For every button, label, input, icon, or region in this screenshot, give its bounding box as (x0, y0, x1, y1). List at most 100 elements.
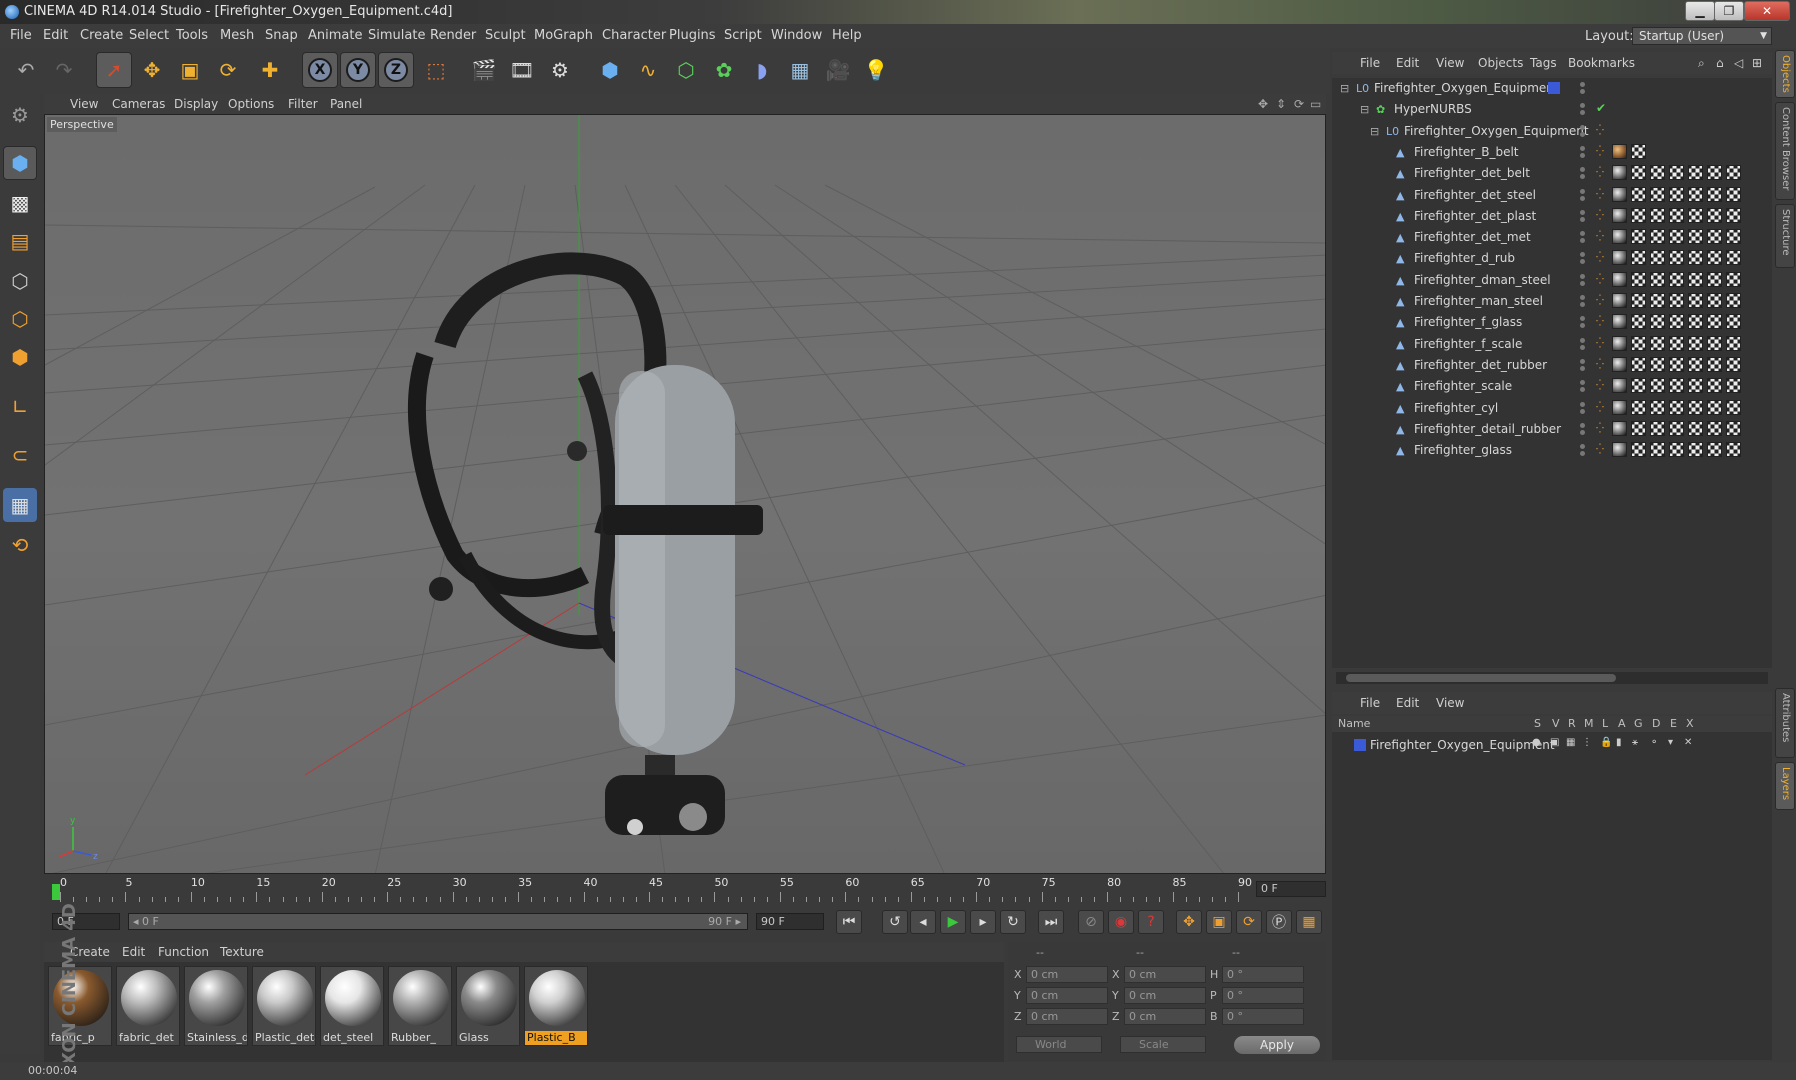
texture-tag-icon[interactable] (1707, 378, 1722, 394)
editor-visibility-dot[interactable] (1580, 209, 1585, 215)
texture-tag-icon[interactable] (1631, 442, 1646, 458)
texture-tag-icon[interactable] (1726, 420, 1741, 436)
editor-visibility-dot[interactable] (1580, 252, 1585, 258)
go-to-start-icon[interactable]: ⏮ (836, 910, 862, 934)
end-frame-field[interactable]: 90 F (756, 913, 824, 930)
texture-tag-icon[interactable] (1707, 271, 1722, 287)
current-frame-field[interactable]: 0 F (1256, 881, 1326, 897)
layer-row[interactable]: Firefighter_Oxygen_Equipment ● ▣ ▦ ⋮ 🔒 ▮ ⚹ ⚬ ▾ ✕ (1332, 736, 1772, 754)
phong-tag-icon[interactable]: ⁛ (1596, 274, 1604, 285)
redo-icon[interactable]: ↷ (46, 52, 82, 88)
planar-workplane-icon[interactable]: ⟲ (3, 528, 37, 562)
texture-tag-icon[interactable] (1726, 271, 1741, 287)
object-tree-row[interactable]: ▲ Firefighter_detail_rubber ⁛ (1332, 419, 1772, 440)
render-visibility-dot[interactable] (1580, 387, 1585, 393)
texture-tag-icon[interactable] (1707, 314, 1722, 330)
viewport-move-icon[interactable]: ✥ (1258, 97, 1268, 111)
viewport-menu-filter[interactable]: Filter (288, 97, 318, 111)
texture-tag-icon[interactable] (1669, 165, 1684, 181)
editor-visibility-dot[interactable] (1580, 401, 1585, 407)
object-tree-row[interactable]: ▲ Firefighter_scale ⁛ (1332, 376, 1772, 397)
texture-tag-icon[interactable] (1707, 420, 1722, 436)
material-swatch[interactable]: Plastic_B (524, 966, 588, 1046)
layer-column-s[interactable]: S (1534, 717, 1541, 730)
render-icon[interactable]: ▦ (1566, 737, 1575, 748)
object-tree-row[interactable]: ▲ Firefighter_B_belt ⁛ (1332, 142, 1772, 163)
apply-button[interactable]: Apply (1234, 1036, 1320, 1054)
texture-tag-icon[interactable] (1688, 165, 1703, 181)
visibility-dots[interactable] (1578, 188, 1588, 202)
enabled-check-icon[interactable]: ✔ (1596, 101, 1606, 115)
make-editable-icon[interactable]: ⚙ (3, 98, 37, 132)
layout-select[interactable]: Startup (User) ▼ (1632, 27, 1772, 45)
visibility-dots[interactable] (1578, 81, 1588, 95)
expand-toggle-icon[interactable]: ⊟ (1360, 103, 1369, 116)
texture-tag-icon[interactable] (1650, 186, 1665, 202)
texture-tag-icon[interactable] (1707, 250, 1722, 266)
material-tag-icon[interactable] (1612, 314, 1627, 330)
render-visibility-dot[interactable] (1580, 238, 1585, 244)
phong-tag-icon[interactable]: ⁛ (1596, 380, 1604, 391)
visibility-dots[interactable] (1578, 422, 1588, 436)
texture-tag-icon[interactable] (1669, 250, 1684, 266)
scale-key-icon[interactable]: ▣ (1206, 910, 1232, 934)
previous-frame-icon[interactable]: ◂ (910, 910, 936, 934)
objects-menu-objects[interactable]: Objects (1478, 56, 1523, 70)
layer-color-swatch[interactable] (1354, 739, 1366, 751)
menu-window[interactable]: Window (771, 24, 822, 48)
visibility-dots[interactable] (1578, 315, 1588, 329)
texture-tag-icon[interactable] (1669, 229, 1684, 245)
editor-visibility-dot[interactable] (1580, 124, 1585, 130)
editor-visibility-dot[interactable] (1580, 231, 1585, 237)
layer-column-name[interactable]: Name (1338, 717, 1370, 730)
viewport-dolly-icon[interactable]: ⇕ (1276, 97, 1286, 111)
texture-mode-icon[interactable]: ▩ (3, 186, 37, 220)
layers-menu-edit[interactable]: Edit (1396, 696, 1419, 710)
polygons-mode-icon[interactable]: ⬢ (3, 340, 37, 374)
coordinate-system-icon[interactable]: ⬚ (418, 52, 454, 88)
layer-column-a[interactable]: A (1618, 717, 1626, 730)
object-tree-row[interactable]: ⊟ L0 Firefighter_Oxygen_Equipment ⁛ (1332, 121, 1772, 142)
viewport-rotate-icon[interactable]: ⟳ (1294, 97, 1304, 111)
rotation-key-icon[interactable]: ⟳ (1236, 910, 1262, 934)
texture-tag-icon[interactable] (1726, 442, 1741, 458)
phong-tag-icon[interactable]: ⁛ (1596, 189, 1604, 200)
texture-tag-icon[interactable] (1707, 229, 1722, 245)
object-tree-row[interactable]: ▲ Firefighter_man_steel ⁛ (1332, 291, 1772, 312)
render-view-icon[interactable]: 🎬 (466, 52, 502, 88)
render-settings-icon[interactable]: ⚙ (542, 52, 578, 88)
next-frame-icon[interactable]: ▸ (970, 910, 996, 934)
texture-tag-icon[interactable] (1707, 356, 1722, 372)
recent-tools-icon[interactable]: ✚ (252, 52, 288, 88)
render-visibility-dot[interactable] (1580, 216, 1585, 222)
point-level-key-icon[interactable]: ▦ (1296, 910, 1322, 934)
phong-tag-icon[interactable]: ⁛ (1596, 423, 1604, 434)
texture-tag-icon[interactable] (1707, 186, 1722, 202)
menu-mesh[interactable]: Mesh (220, 24, 254, 48)
texture-tag-icon[interactable] (1726, 165, 1741, 181)
material-tag-icon[interactable] (1612, 356, 1627, 372)
axis-mode-icon[interactable]: ∟ (3, 390, 37, 424)
material-tag-icon[interactable] (1612, 442, 1627, 458)
texture-tag-icon[interactable] (1631, 165, 1646, 181)
phong-tag-icon[interactable]: ⁛ (1596, 359, 1604, 370)
texture-tag-icon[interactable] (1669, 314, 1684, 330)
editor-visibility-dot[interactable] (1580, 103, 1585, 109)
menu-mograph[interactable]: MoGraph (534, 24, 593, 48)
viewport-menu-cameras[interactable]: Cameras (112, 97, 165, 111)
object-tree-row[interactable]: ▲ Firefighter_f_scale ⁛ (1332, 334, 1772, 355)
editor-visibility-dot[interactable] (1580, 188, 1585, 194)
layer-column-l[interactable]: L (1602, 717, 1608, 730)
visibility-dots[interactable] (1578, 230, 1588, 244)
coord-value-field[interactable]: 0 cm (1026, 966, 1108, 983)
visibility-dots[interactable] (1578, 124, 1588, 138)
render-visibility-dot[interactable] (1580, 152, 1585, 158)
object-tree-row[interactable]: ▲ Firefighter_det_plast ⁛ (1332, 206, 1772, 227)
visibility-dots[interactable] (1578, 443, 1588, 457)
texture-tag-icon[interactable] (1669, 399, 1684, 415)
z-axis-lock-icon[interactable]: Z (378, 52, 414, 88)
manager-icon[interactable]: ⋮ (1582, 737, 1592, 748)
home-icon[interactable]: ⌂ (1716, 56, 1724, 70)
editor-visibility-dot[interactable] (1580, 422, 1585, 428)
object-tree-row[interactable]: ▲ Firefighter_det_belt ⁛ (1332, 163, 1772, 184)
